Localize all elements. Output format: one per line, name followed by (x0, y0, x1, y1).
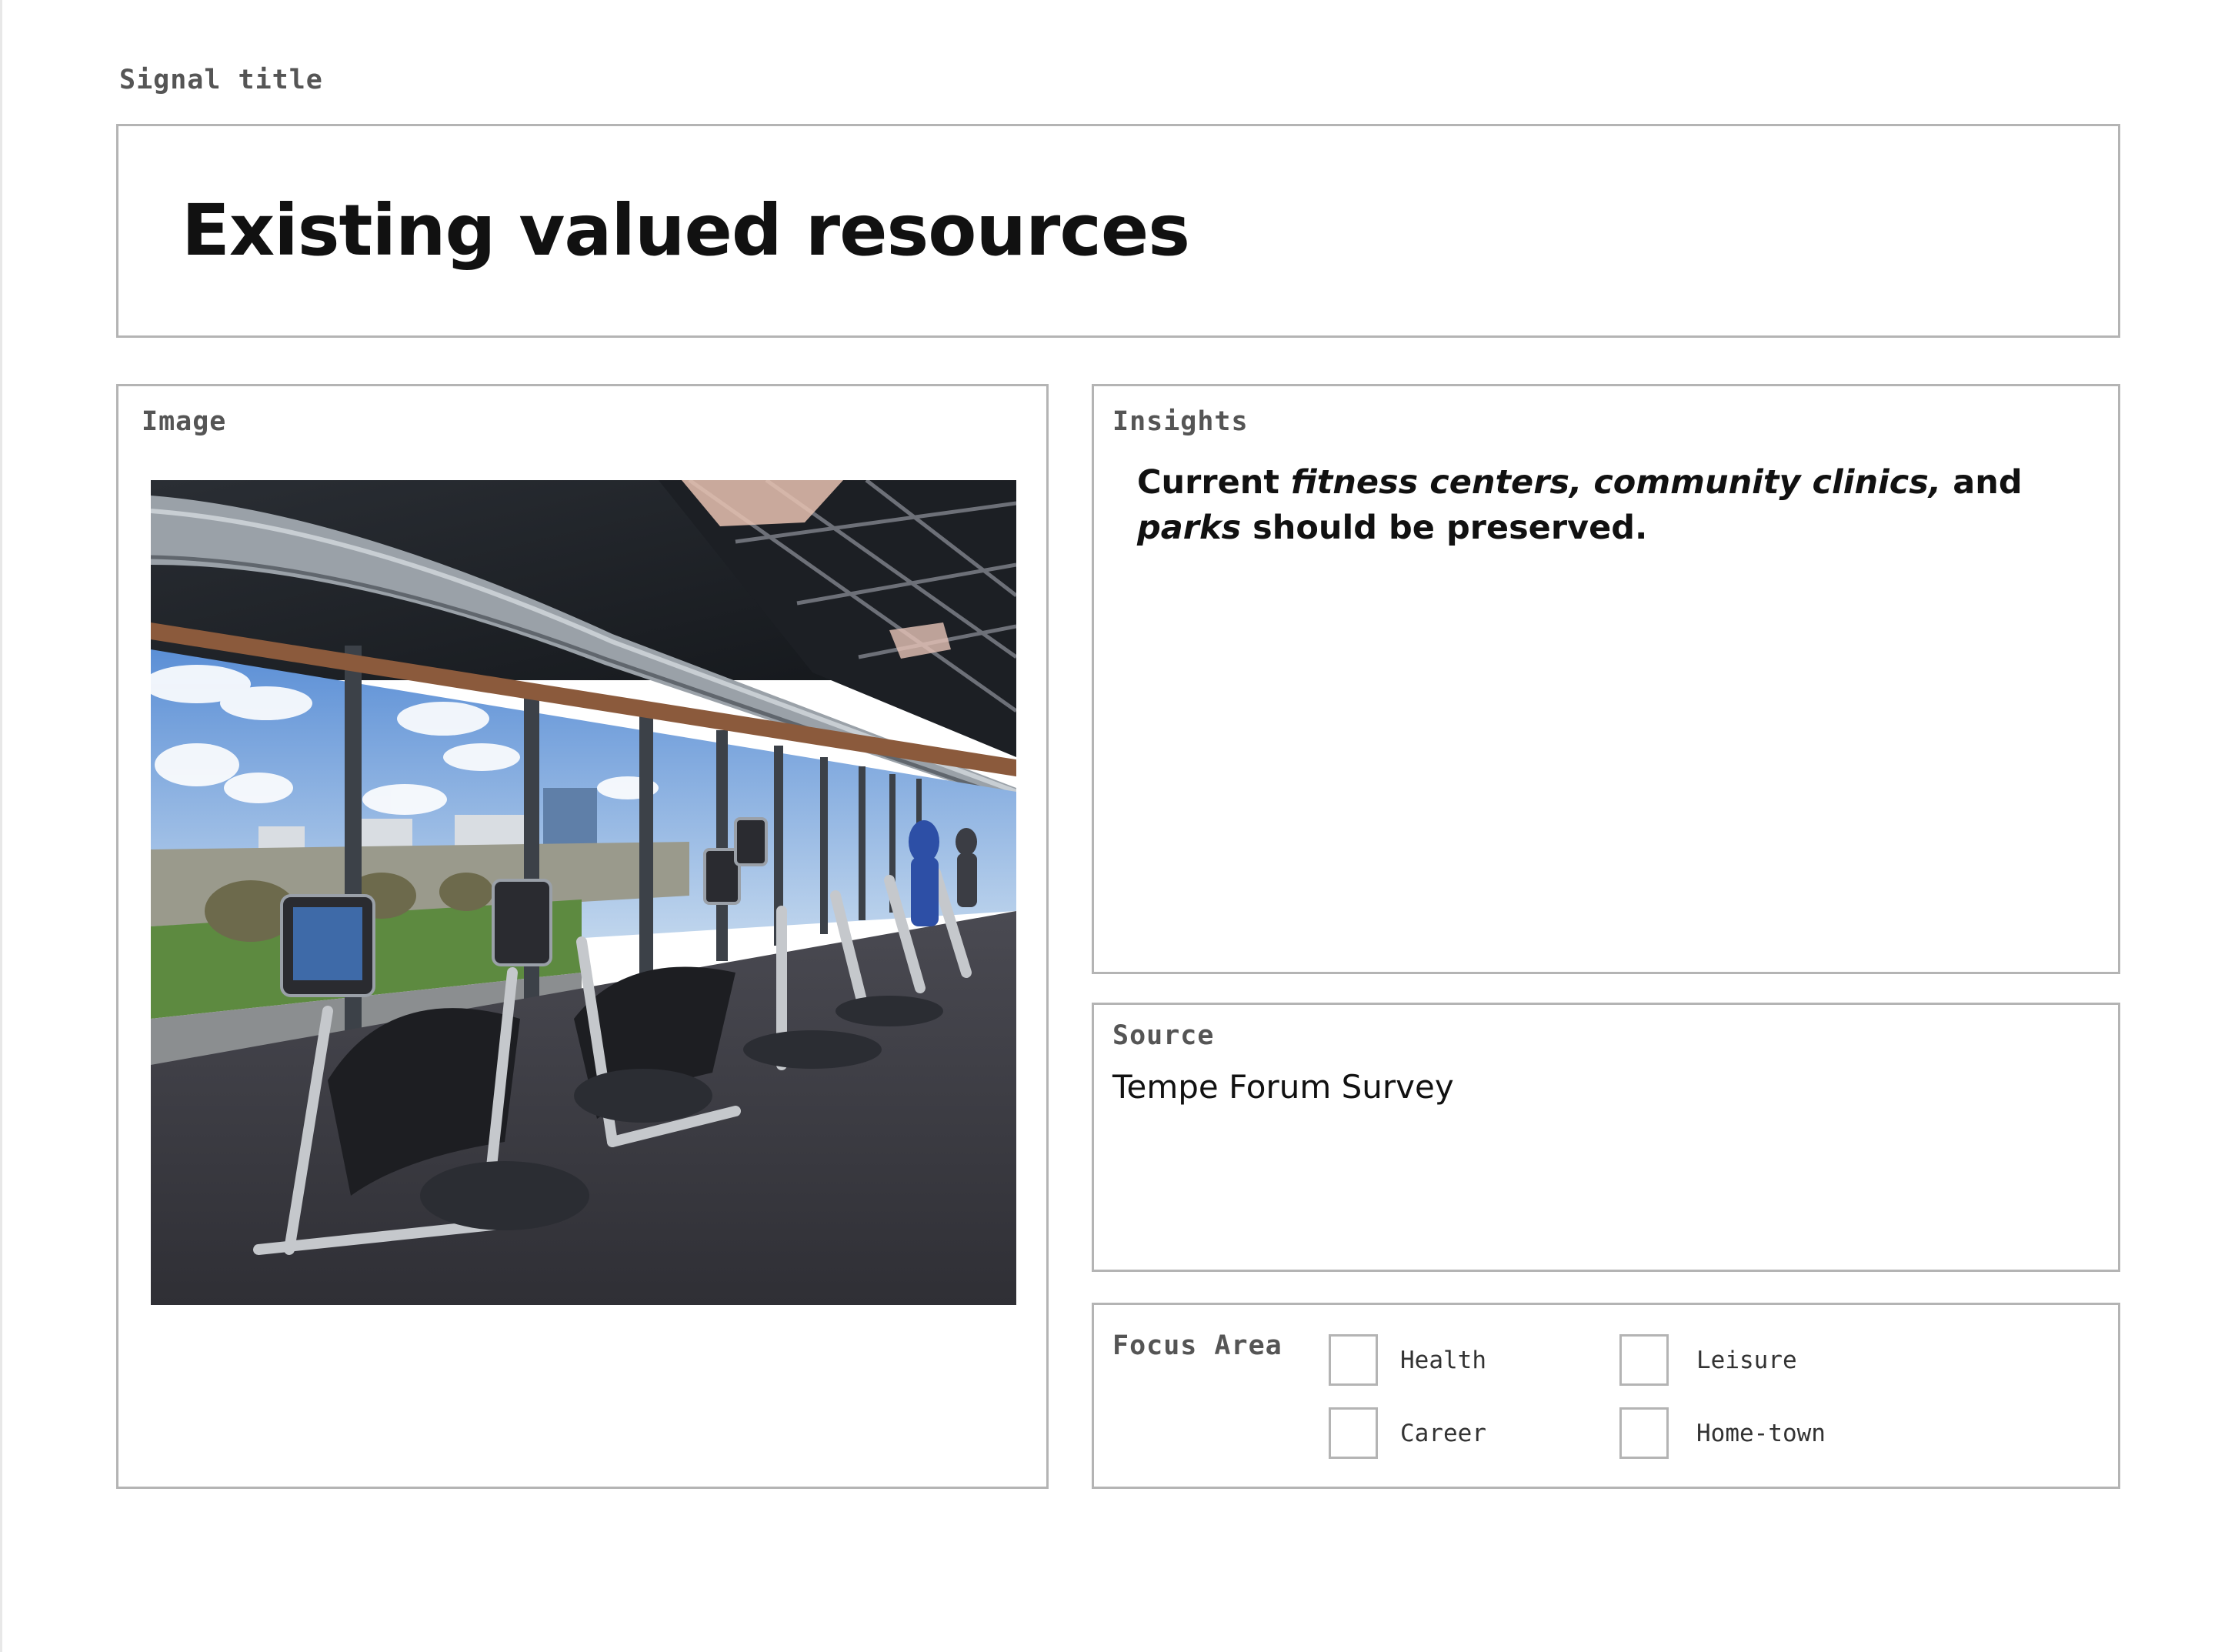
insights-emphasis: parks (1137, 509, 1242, 547)
insights-text-segment: Current (1137, 463, 1291, 502)
focus-option-label: Leisure (1696, 1346, 1797, 1374)
gym-photo (151, 480, 1016, 1305)
insights-caption: Insights (1112, 406, 1249, 437)
focus-option-label: Home-town (1696, 1419, 1826, 1447)
focus-option-leisure[interactable]: Leisure (1619, 1334, 1797, 1386)
health-checkbox[interactable] (1329, 1334, 1378, 1386)
focus-option-health[interactable]: Health (1329, 1334, 1486, 1386)
signal-title-caption: Signal title (119, 65, 323, 95)
home-town-checkbox[interactable] (1619, 1407, 1669, 1459)
image-caption: Image (142, 406, 227, 437)
signal-title: Existing valued resources (182, 189, 1190, 272)
signal-title-box: Existing valued resources (116, 124, 2120, 338)
insights-text-segment: and (1941, 463, 2023, 502)
focus-area-panel: Focus Area Health Leisure Career Home-to… (1092, 1303, 2120, 1489)
focus-option-label: Health (1400, 1346, 1486, 1374)
insights-panel: Insights Current fitness centers, commun… (1092, 384, 2120, 974)
insights-text: Current fitness centers, community clini… (1137, 460, 2076, 551)
leisure-checkbox[interactable] (1619, 1334, 1669, 1386)
focus-option-career[interactable]: Career (1329, 1407, 1486, 1459)
focus-area-caption: Focus Area (1112, 1330, 1282, 1361)
source-caption: Source (1112, 1020, 1215, 1051)
insights-text-segment: should be preserved. (1241, 509, 1648, 547)
source-value: Tempe Forum Survey (1112, 1068, 1454, 1106)
insights-emphasis: fitness centers, community clinics, (1290, 463, 1942, 502)
focus-option-home-town[interactable]: Home-town (1619, 1407, 1826, 1459)
signal-card-page: Signal title Existing valued resources I… (0, 0, 2238, 1652)
image-panel: Image (116, 384, 1049, 1489)
focus-option-label: Career (1400, 1419, 1486, 1447)
source-panel: Source Tempe Forum Survey (1092, 1003, 2120, 1272)
career-checkbox[interactable] (1329, 1407, 1378, 1459)
